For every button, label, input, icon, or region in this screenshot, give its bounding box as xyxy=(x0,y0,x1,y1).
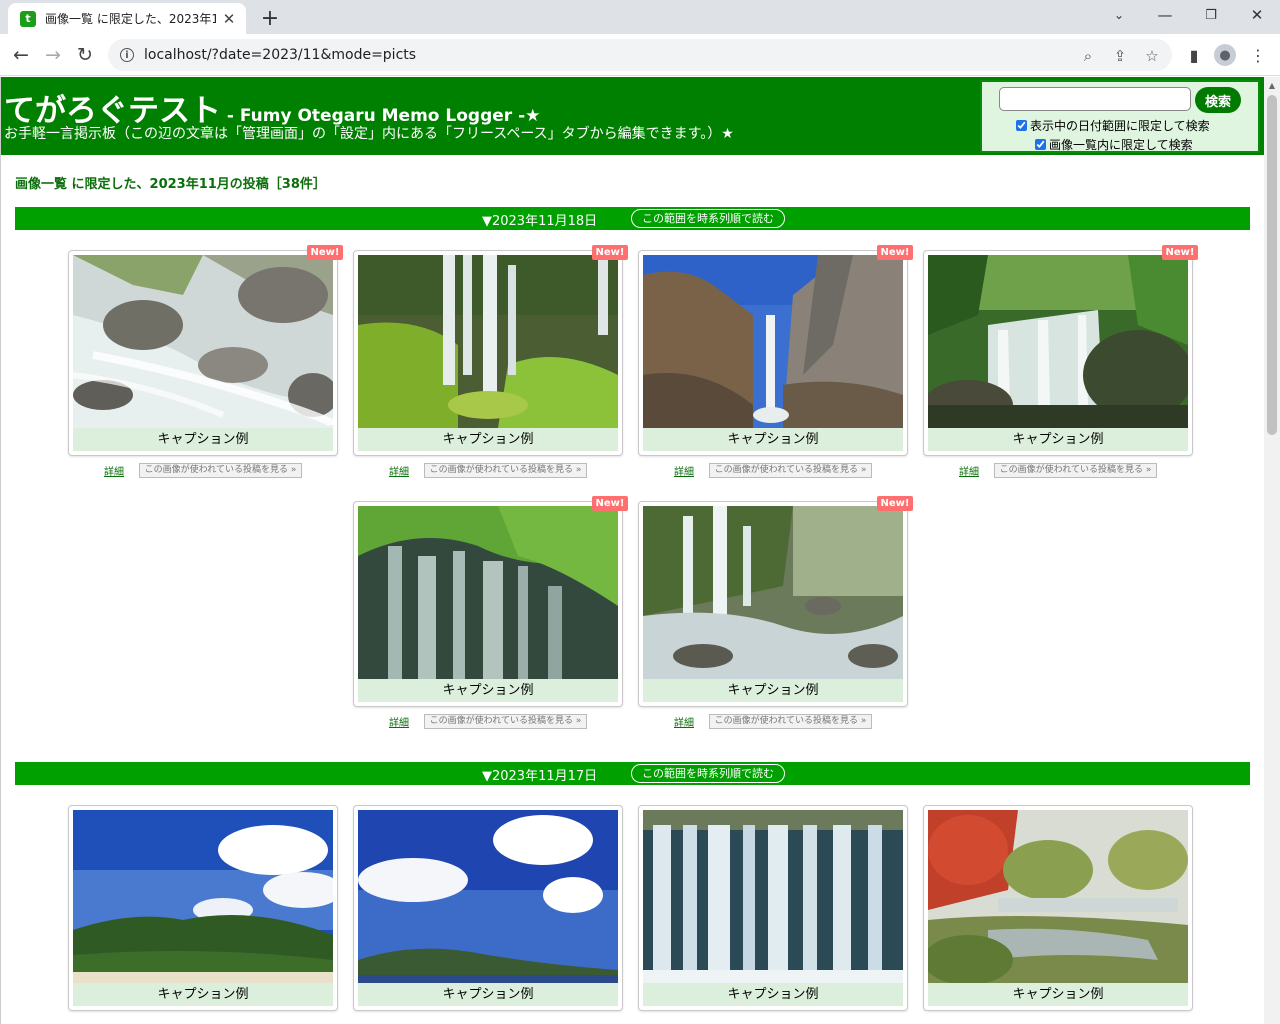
image-caption: キャプション例 xyxy=(643,679,903,702)
side-panel-icon[interactable]: ▮ xyxy=(1183,44,1205,66)
images-label: 画像一覧内に限定して検索 xyxy=(1049,138,1193,152)
detail-link[interactable]: 詳細 xyxy=(674,463,694,478)
search-input[interactable] xyxy=(999,87,1191,111)
chrono-read-button[interactable]: この範囲を時系列順で読む xyxy=(631,209,785,228)
date-label[interactable]: ▼2023年11月17日 xyxy=(482,765,597,784)
scroll-up-arrow-icon[interactable]: ▲ xyxy=(1264,77,1280,93)
browser-toolbar: ← → ↻ i localhost/?date=2023/11&mode=pic… xyxy=(0,34,1280,76)
photo-falls-and-river[interactable] xyxy=(643,506,903,679)
menu-kebab-icon[interactable]: ⋮ xyxy=(1247,44,1269,66)
detail-link[interactable]: 詳細 xyxy=(104,463,124,478)
image-card: キャプション例 New! xyxy=(353,496,628,707)
new-badge: New! xyxy=(877,245,913,260)
address-bar[interactable]: i localhost/?date=2023/11&mode=picts ⌕ ⇪… xyxy=(108,39,1172,71)
image-usage-button[interactable]: この画像が使われている投稿を見る » xyxy=(994,463,1157,478)
detail-link[interactable]: 詳細 xyxy=(959,463,979,478)
share-icon[interactable]: ⇪ xyxy=(1110,46,1130,66)
image-card: キャプション例 xyxy=(638,805,908,1011)
new-badge: New! xyxy=(592,496,628,511)
zoom-icon[interactable]: ⌕ xyxy=(1078,46,1098,66)
tab-search-chevron-icon[interactable]: ⌄ xyxy=(1096,3,1142,27)
new-badge: New! xyxy=(877,496,913,511)
date-bar-2023-11-17: ▼2023年11月17日 この範囲を時系列順で読む xyxy=(15,762,1250,785)
image-card: キャプション例 New! xyxy=(353,245,628,456)
image-card: キャプション例 New! xyxy=(923,245,1198,456)
scroll-thumb[interactable] xyxy=(1267,95,1277,435)
image-caption: キャプション例 xyxy=(928,983,1188,1006)
forward-arrow-icon[interactable]: → xyxy=(40,42,66,68)
browser-tab[interactable]: t 画像一覧 に限定した、2023年11月 ✕ xyxy=(8,3,246,34)
close-window-icon[interactable]: ✕ xyxy=(1234,3,1280,27)
image-caption: キャプション例 xyxy=(358,983,618,1006)
browser-tabstrip: t 画像一覧 に限定した、2023年11月 ✕ + ⌄ — ❐ ✕ xyxy=(0,0,1280,34)
image-caption: キャプション例 xyxy=(643,983,903,1006)
search-option-images[interactable]: 画像一覧内に限定して検索 xyxy=(1035,136,1193,153)
image-caption: キャプション例 xyxy=(928,428,1188,451)
search-button[interactable]: 検索 xyxy=(1195,87,1241,113)
image-card: キャプション例 xyxy=(923,805,1193,1011)
site-favicon-icon: t xyxy=(20,10,36,27)
address-url[interactable]: localhost/?date=2023/11&mode=picts xyxy=(144,47,416,63)
photo-forest-waterfall[interactable] xyxy=(928,255,1188,428)
detail-link[interactable]: 詳細 xyxy=(674,714,694,729)
result-heading: 画像一覧 に限定した、2023年11月の投稿［38件］ xyxy=(15,177,326,192)
site-info-icon[interactable]: i xyxy=(120,48,134,62)
page-viewport: てがろぐテスト - Fumy Otegaru Memo Logger -★ お手… xyxy=(0,77,1264,1024)
image-usage-button[interactable]: この画像が使われている投稿を見る » xyxy=(709,463,872,478)
image-card: キャプション例 New! xyxy=(68,245,343,456)
reload-icon[interactable]: ↻ xyxy=(72,42,98,68)
photo-tropical-island[interactable] xyxy=(73,810,333,983)
image-card: キャプション例 xyxy=(353,805,623,1011)
photo-mossy-waterfall[interactable] xyxy=(358,255,618,428)
photo-sky-and-sea[interactable] xyxy=(358,810,618,983)
image-usage-button[interactable]: この画像が使われている投稿を見る » xyxy=(709,714,872,729)
image-usage-button[interactable]: この画像が使われている投稿を見る » xyxy=(424,714,587,729)
restore-icon[interactable]: ❐ xyxy=(1188,3,1234,27)
detail-link[interactable]: 詳細 xyxy=(389,714,409,729)
search-option-date-range[interactable]: 表示中の日付範囲に限定して検索 xyxy=(1016,117,1210,134)
tab-title: 画像一覧 に限定した、2023年11月 xyxy=(45,12,216,26)
photo-curtain-waterfall[interactable] xyxy=(643,810,903,983)
date-label[interactable]: ▼2023年11月18日 xyxy=(482,210,597,229)
site-header: てがろぐテスト - Fumy Otegaru Memo Logger -★ お手… xyxy=(1,77,1264,155)
date-bar-2023-11-18: ▼2023年11月18日 この範囲を時系列順で読む xyxy=(15,207,1250,230)
image-caption: キャプション例 xyxy=(73,983,333,1006)
detail-link[interactable]: 詳細 xyxy=(389,463,409,478)
photo-green-veil-falls[interactable] xyxy=(358,506,618,679)
site-description: お手軽一言掲示板（この辺の文章は「管理画面」の「設定」内にある「フリースペース」… xyxy=(4,126,734,142)
image-card: キャプション例 xyxy=(68,805,338,1011)
bookmark-star-icon[interactable]: ☆ xyxy=(1142,46,1162,66)
image-usage-button[interactable]: この画像が使われている投稿を見る » xyxy=(139,463,302,478)
date-range-checkbox[interactable] xyxy=(1016,120,1027,131)
image-card: キャプション例 New! xyxy=(638,496,913,707)
photo-autumn-valley[interactable] xyxy=(928,810,1188,983)
image-caption: キャプション例 xyxy=(358,428,618,451)
image-usage-button[interactable]: この画像が使われている投稿を見る » xyxy=(424,463,587,478)
new-badge: New! xyxy=(592,245,628,260)
new-badge: New! xyxy=(1162,245,1198,260)
photo-rocky-stream[interactable] xyxy=(73,255,333,428)
tab-close-icon[interactable]: ✕ xyxy=(220,10,238,28)
photo-tall-waterfall-canyon[interactable] xyxy=(643,255,903,428)
images-checkbox[interactable] xyxy=(1035,139,1046,150)
new-badge: New! xyxy=(307,245,343,260)
chrono-read-button[interactable]: この範囲を時系列順で読む xyxy=(631,764,785,783)
image-caption: キャプション例 xyxy=(643,428,903,451)
image-caption: キャプション例 xyxy=(73,428,333,451)
image-card: キャプション例 New! xyxy=(638,245,913,456)
date-range-label: 表示中の日付範囲に限定して検索 xyxy=(1030,119,1210,133)
image-caption: キャプション例 xyxy=(358,679,618,702)
back-arrow-icon[interactable]: ← xyxy=(8,42,34,68)
search-box: 検索 表示中の日付範囲に限定して検索 画像一覧内に限定して検索 xyxy=(980,80,1260,153)
new-tab-icon[interactable]: + xyxy=(258,6,282,31)
minimize-icon[interactable]: — xyxy=(1142,3,1188,27)
page-scrollbar[interactable]: ▲ xyxy=(1264,77,1280,1024)
profile-avatar-icon[interactable]: ● xyxy=(1214,44,1236,66)
